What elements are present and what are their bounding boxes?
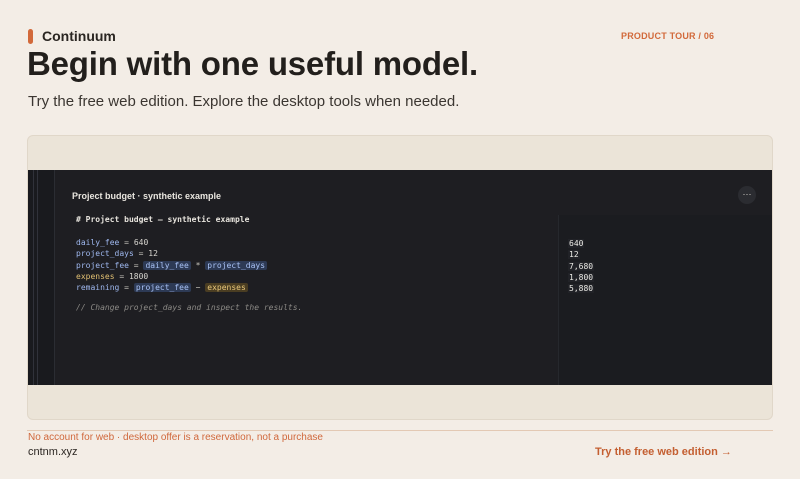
sidebar-rail xyxy=(28,170,55,385)
operator: − xyxy=(190,283,206,293)
literal-value: 640 xyxy=(133,238,149,247)
rail-divider xyxy=(33,170,34,385)
operator: = xyxy=(114,271,129,281)
code-line: project_days = 12 xyxy=(76,248,552,259)
result-value: 5,880 xyxy=(568,284,595,293)
literal-value: 12 xyxy=(148,249,158,259)
editor-heading: # Project budget — synthetic example xyxy=(76,215,250,224)
app-window: Project budget · synthetic example ··· #… xyxy=(28,170,772,385)
variable-name: project_fee xyxy=(76,260,129,270)
operator: * xyxy=(190,260,206,270)
brand-mark-icon xyxy=(28,28,33,44)
page-subhead: Try the free web edition. Explore the de… xyxy=(28,93,460,110)
variable-reference: project_fee xyxy=(133,283,191,293)
page-headline: Begin with one useful model. xyxy=(27,45,478,82)
result-value: 640 xyxy=(568,239,585,248)
app-screenshot-frame: Project budget · synthetic example ··· #… xyxy=(27,135,773,420)
variable-name: daily_fee xyxy=(76,238,120,247)
code-line: project_fee = daily_fee * project_days xyxy=(76,260,552,271)
rail-divider xyxy=(37,170,38,385)
operator: = xyxy=(133,249,149,259)
code-editor[interactable]: # Project budget — synthetic example dai… xyxy=(72,215,552,312)
results-panel: 640 12 7,680 1,800 5,880 xyxy=(558,215,772,385)
operator: = xyxy=(119,283,134,293)
code-line: daily_fee = 640 xyxy=(76,237,552,248)
brand-name: Continuum xyxy=(42,28,116,44)
code-comment: // Change project_days and inspect the r… xyxy=(76,303,303,313)
result-value: 7,680 xyxy=(568,261,595,271)
variable-name: remaining xyxy=(76,283,120,293)
variable-name: expenses xyxy=(76,271,115,281)
operator: = xyxy=(119,238,134,247)
offer-disclaimer: No account for web · desktop offer is a … xyxy=(28,432,323,443)
operator: = xyxy=(128,260,144,270)
code-line: expenses = 1800 xyxy=(76,271,552,282)
variable-reference: expenses xyxy=(205,283,248,293)
more-options-button[interactable]: ··· xyxy=(738,186,756,204)
brand: Continuum xyxy=(28,28,116,44)
try-web-edition-link[interactable]: Try the free web edition → xyxy=(595,446,732,458)
variable-reference: project_days xyxy=(205,260,268,270)
footer-divider xyxy=(27,430,773,431)
product-tour-label: PRODUCT TOUR / 06 xyxy=(621,31,715,41)
document-title: Project budget · synthetic example xyxy=(72,191,222,201)
result-value: 12 xyxy=(568,250,580,259)
literal-value: 1800 xyxy=(128,271,149,281)
variable-name: project_days xyxy=(76,249,134,259)
variable-reference: daily_fee xyxy=(143,260,191,270)
result-value: 1,800 xyxy=(568,273,595,282)
site-domain: cntnm.xyz xyxy=(28,446,78,458)
code-line: remaining = project_fee − expenses xyxy=(76,282,552,293)
